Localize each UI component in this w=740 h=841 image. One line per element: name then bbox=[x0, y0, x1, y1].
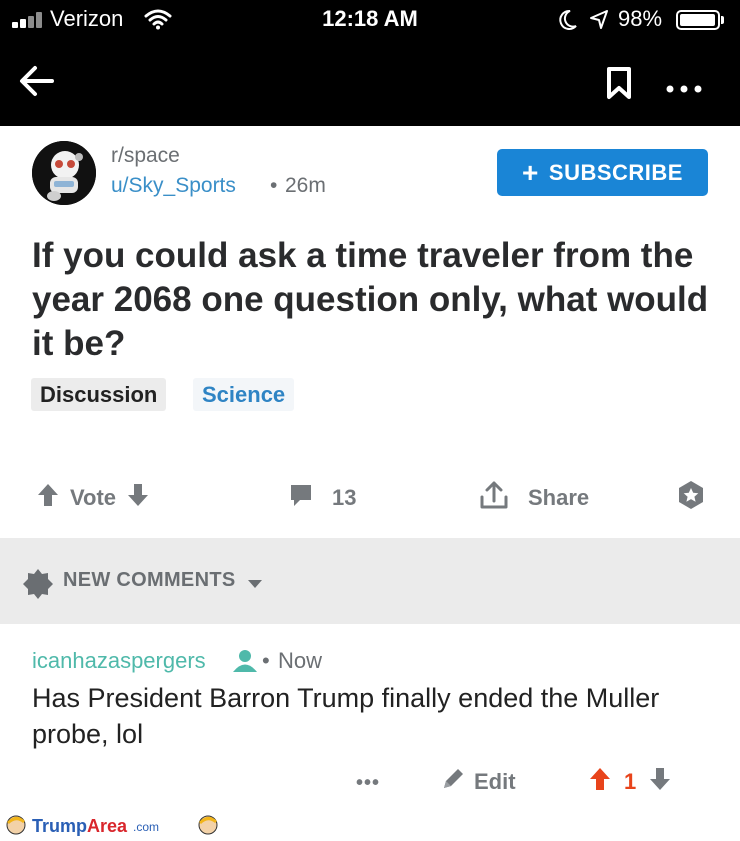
post-card: r/space u/Sky_Sports • 26m + SUBSCRIBE I… bbox=[0, 126, 740, 538]
upvote-arrow-icon[interactable] bbox=[588, 766, 612, 798]
flair-science[interactable]: Science bbox=[193, 378, 295, 411]
location-arrow-icon bbox=[588, 8, 610, 37]
share-icon bbox=[478, 479, 510, 517]
brand-part1: Trump bbox=[32, 816, 88, 836]
post-title[interactable]: If you could ask a time traveler from th… bbox=[32, 234, 712, 366]
chevron-down-icon bbox=[247, 576, 263, 594]
comment-more-button[interactable]: ••• bbox=[356, 772, 380, 795]
sort-badge-icon bbox=[22, 568, 54, 605]
trumparea-logo: Trump Area .com bbox=[4, 812, 159, 841]
moon-icon bbox=[556, 8, 578, 37]
downvote-arrow-icon[interactable] bbox=[648, 766, 672, 798]
comment-item: icanhazaspergers • Now Has President Bar… bbox=[0, 624, 740, 810]
status-bar: Verizon 12:18 AM 98% bbox=[0, 0, 740, 40]
more-dots-icon[interactable] bbox=[666, 80, 702, 98]
battery-tip bbox=[721, 16, 724, 24]
comment-age: Now bbox=[278, 648, 323, 673]
award-star-icon bbox=[676, 480, 706, 516]
bookmark-icon[interactable] bbox=[604, 66, 634, 105]
subreddit-avatar[interactable] bbox=[32, 141, 96, 205]
top-nav-bar bbox=[0, 40, 740, 126]
user-icon bbox=[232, 649, 258, 678]
comments-count: 13 bbox=[332, 485, 357, 510]
share-label: Share bbox=[528, 485, 590, 510]
downvote-arrow-icon[interactable] bbox=[126, 482, 150, 514]
subreddit-name[interactable]: r/space bbox=[111, 144, 180, 168]
post-age: 26m bbox=[285, 174, 326, 197]
comment-body: Has President Barron Trump finally ended… bbox=[32, 683, 660, 749]
edit-button[interactable]: Edit bbox=[440, 764, 516, 800]
pencil-icon bbox=[440, 766, 466, 798]
edit-label: Edit bbox=[474, 769, 516, 794]
post-author[interactable]: u/Sky_Sports bbox=[111, 174, 236, 198]
brand-part2: Area bbox=[87, 816, 128, 836]
comment-actions-bar: ••• Edit 1 bbox=[0, 764, 740, 800]
subscribe-label: SUBSCRIBE bbox=[548, 159, 683, 185]
battery-icon bbox=[676, 10, 720, 30]
battery-fill bbox=[680, 14, 716, 26]
back-arrow-icon[interactable] bbox=[18, 64, 56, 103]
mascot-icon bbox=[196, 812, 220, 841]
comment-separator: • bbox=[262, 648, 270, 673]
meta-separator: • bbox=[270, 174, 278, 197]
watermark-bar: Trump Area .com bbox=[0, 810, 740, 838]
comment-vote-control: 1 bbox=[588, 764, 672, 800]
battery-percent: 98% bbox=[618, 6, 663, 31]
vote-control: Vote bbox=[36, 476, 150, 520]
comment-author[interactable]: icanhazaspergers bbox=[32, 648, 206, 674]
sort-label: NEW COMMENTS bbox=[63, 569, 236, 591]
post-actions-bar: Vote 13 Share bbox=[0, 476, 740, 520]
comment-sort-bar[interactable]: NEW COMMENTS bbox=[0, 538, 740, 624]
vote-label: Vote bbox=[70, 485, 117, 510]
subscribe-button[interactable]: + SUBSCRIBE bbox=[497, 149, 708, 196]
plus-icon: + bbox=[522, 156, 539, 188]
comment-score: 1 bbox=[624, 769, 637, 794]
flair-discussion[interactable]: Discussion bbox=[31, 378, 167, 411]
share-button[interactable]: Share bbox=[478, 476, 589, 520]
upvote-arrow-icon[interactable] bbox=[36, 482, 60, 514]
brand-tld: .com bbox=[133, 819, 160, 834]
comment-bubble-icon bbox=[288, 482, 314, 514]
award-button[interactable] bbox=[676, 476, 706, 520]
comments-button[interactable]: 13 bbox=[288, 476, 356, 520]
mascot-icon bbox=[4, 812, 28, 841]
